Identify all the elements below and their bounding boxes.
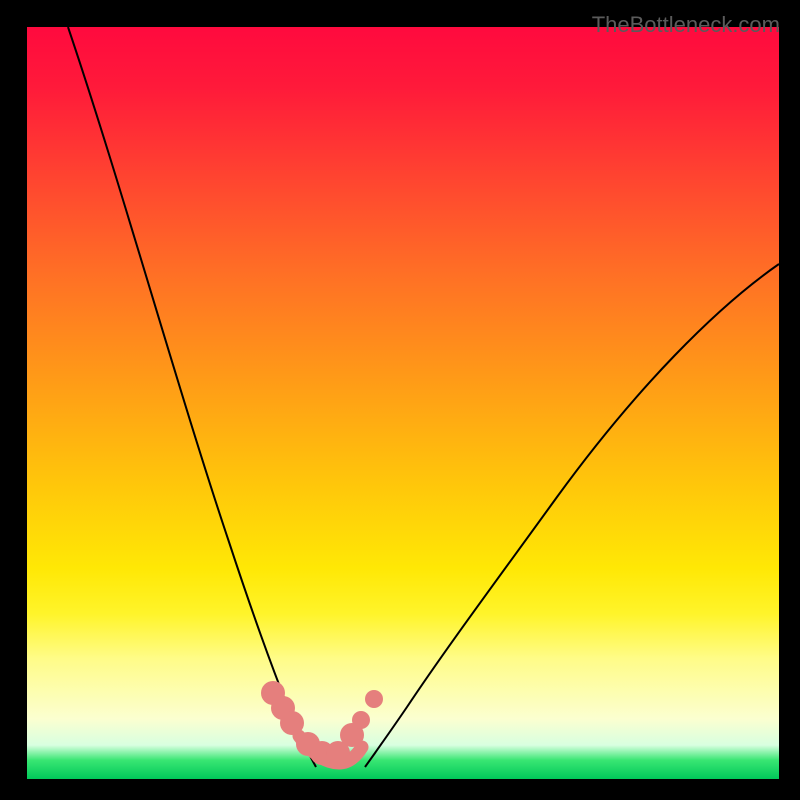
bottleneck-curve (27, 27, 779, 779)
marker-right-top (365, 690, 383, 708)
plot-area (27, 27, 779, 779)
marker-left-low (280, 711, 304, 735)
marker-right-mid (352, 711, 370, 729)
attribution-watermark: TheBottleneck.com (592, 12, 780, 38)
